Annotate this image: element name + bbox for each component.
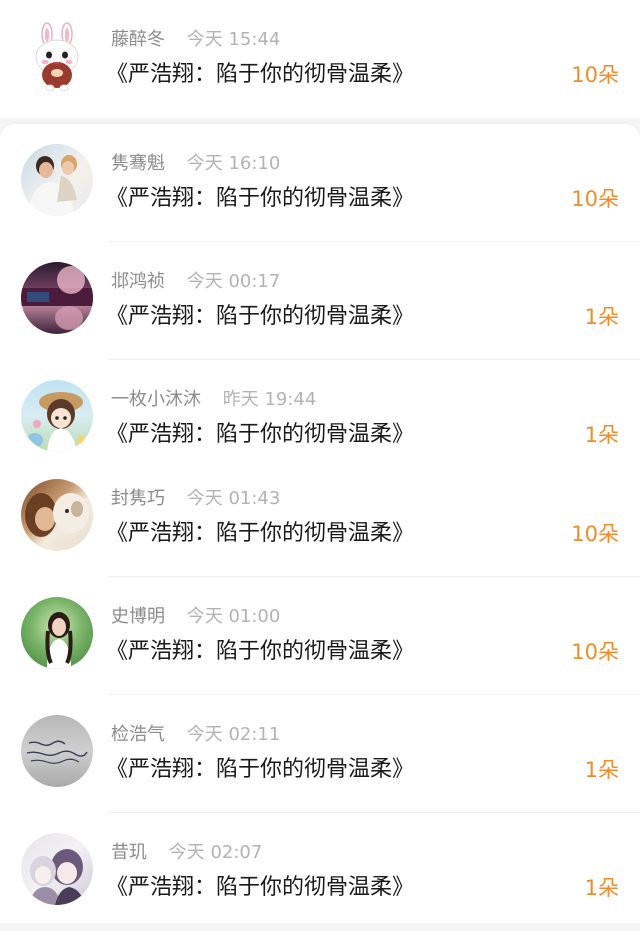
- flower-count: 10朵: [571, 640, 619, 664]
- timestamp: 今天 02:11: [186, 724, 281, 745]
- user-name[interactable]: 史博明: [111, 606, 165, 627]
- item-title[interactable]: 《严浩翔：陷于你的彻骨温柔》: [106, 302, 414, 332]
- item-meta: 史博明 今天 01:00: [111, 606, 280, 628]
- list-item[interactable]: 封隽巧 今天 01:43 《严浩翔：陷于你的彻骨温柔》 10朵: [0, 459, 640, 577]
- user-name[interactable]: 隽骞魁: [111, 153, 165, 174]
- handwriting-avatar[interactable]: [21, 715, 93, 787]
- user-name[interactable]: 藤醉冬: [111, 29, 165, 50]
- item-title[interactable]: 《严浩翔：陷于你的彻骨温柔》: [106, 184, 414, 214]
- girl-photo-avatar[interactable]: [21, 597, 93, 669]
- list-item[interactable]: 隽骞魁 今天 16:10 《严浩翔：陷于你的彻骨温柔》 10朵: [0, 124, 640, 242]
- couple-photo-avatar[interactable]: [21, 144, 93, 216]
- flower-count: 1朵: [584, 876, 619, 900]
- flower-count: 1朵: [584, 758, 619, 782]
- item-meta: 封隽巧 今天 01:43: [111, 488, 280, 510]
- timestamp: 今天 01:43: [186, 488, 281, 509]
- flower-count: 1朵: [584, 423, 619, 447]
- item-title[interactable]: 《严浩翔：陷于你的彻骨温柔》: [106, 420, 414, 450]
- rabbit-avatar[interactable]: [21, 20, 93, 92]
- list-item[interactable]: 检浩气 今天 02:11 《严浩翔：陷于你的彻骨温柔》 1朵: [0, 695, 640, 813]
- user-name[interactable]: 封隽巧: [111, 488, 165, 509]
- timestamp: 今天 02:07: [168, 842, 263, 863]
- item-meta: 一枚小沐沐 昨天 19:44: [111, 389, 316, 411]
- flower-count: 1朵: [584, 305, 619, 329]
- timestamp: 今天 15:44: [186, 29, 281, 50]
- list-item[interactable]: 史博明 今天 01:00 《严浩翔：陷于你的彻骨温柔》 10朵: [0, 577, 640, 695]
- cartoon-girl-avatar[interactable]: [21, 380, 93, 452]
- dark-portrait-avatar[interactable]: [21, 262, 93, 334]
- item-title[interactable]: 《严浩翔：陷于你的彻骨温柔》: [106, 60, 414, 90]
- list-item[interactable]: 藤醉冬 今天 15:44 《严浩翔：陷于你的彻骨温柔》 10朵: [0, 0, 640, 118]
- item-meta: 邶鸿祯 今天 00:17: [111, 271, 280, 293]
- item-title[interactable]: 《严浩翔：陷于你的彻骨温柔》: [106, 755, 414, 785]
- flower-count: 10朵: [571, 522, 619, 546]
- item-title[interactable]: 《严浩翔：陷于你的彻骨温柔》: [106, 519, 414, 549]
- item-title[interactable]: 《严浩翔：陷于你的彻骨温柔》: [106, 637, 414, 667]
- flower-count: 10朵: [571, 187, 619, 211]
- top-card: 藤醉冬 今天 15:44 《严浩翔：陷于你的彻骨温柔》 10朵: [0, 0, 640, 118]
- timestamp: 今天 00:17: [186, 271, 281, 292]
- user-name[interactable]: 检浩气: [111, 724, 165, 745]
- list-item[interactable]: 昔玑 今天 02:07 《严浩翔：陷于你的彻骨温柔》 1朵: [0, 813, 640, 931]
- timestamp: 今天 16:10: [186, 153, 281, 174]
- flower-count: 10朵: [571, 63, 619, 87]
- item-meta: 隽骞魁 今天 16:10: [111, 153, 280, 175]
- main-card: 隽骞魁 今天 16:10 《严浩翔：陷于你的彻骨温柔》 10朵 邶鸿祯 今天 0…: [0, 124, 640, 923]
- anime-avatar[interactable]: [21, 833, 93, 905]
- user-name[interactable]: 邶鸿祯: [111, 271, 165, 292]
- item-title[interactable]: 《严浩翔：陷于你的彻骨温柔》: [106, 873, 414, 903]
- timestamp: 昨天 19:44: [222, 389, 317, 410]
- item-meta: 检浩气 今天 02:11: [111, 724, 280, 746]
- user-name[interactable]: 一枚小沐沐: [111, 389, 201, 410]
- dog-photo-avatar[interactable]: [21, 479, 93, 551]
- user-name[interactable]: 昔玑: [111, 842, 147, 863]
- timestamp: 今天 01:00: [186, 606, 281, 627]
- list-item[interactable]: 邶鸿祯 今天 00:17 《严浩翔：陷于你的彻骨温柔》 1朵: [0, 242, 640, 360]
- item-meta: 昔玑 今天 02:07: [111, 842, 262, 864]
- item-meta: 藤醉冬 今天 15:44: [111, 29, 280, 51]
